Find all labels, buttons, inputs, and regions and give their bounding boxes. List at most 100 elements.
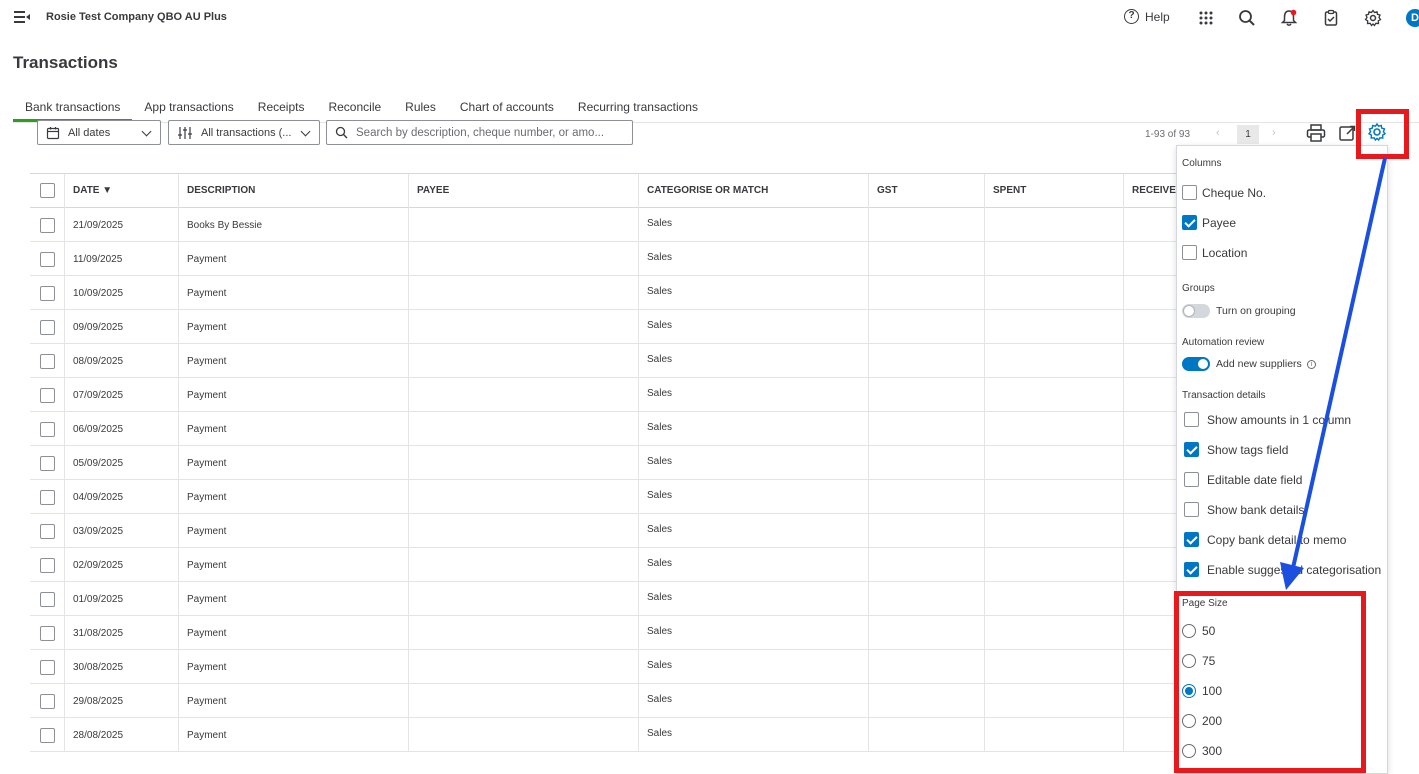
date-filter-dropdown[interactable]: All dates (37, 120, 161, 145)
table-row[interactable]: 09/09/2025 Payment Sales (30, 310, 1180, 344)
cell-payee[interactable] (408, 582, 639, 615)
settings-gear-icon[interactable] (1364, 9, 1382, 27)
cell-category[interactable]: Sales (638, 344, 869, 377)
cell-category[interactable]: Sales (638, 548, 869, 581)
cell-payee[interactable] (408, 684, 639, 717)
column-header-received[interactable]: RECEIVED (1123, 174, 1180, 208)
tab-rules[interactable]: Rules (393, 92, 448, 122)
column-header-date[interactable]: DATE ▼ (64, 174, 179, 208)
previous-page-button[interactable]: ‹ (1216, 127, 1220, 139)
row-checkbox[interactable] (40, 252, 55, 267)
next-page-button[interactable]: › (1272, 127, 1276, 139)
cell-payee[interactable] (408, 650, 639, 683)
table-row[interactable]: 30/08/2025 Payment Sales (30, 650, 1180, 684)
row-checkbox[interactable] (40, 592, 55, 607)
search-input[interactable]: Search by description, cheque number, or… (326, 120, 633, 145)
row-checkbox[interactable] (40, 456, 55, 471)
table-row[interactable]: 05/09/2025 Payment Sales (30, 446, 1180, 480)
tab-reconcile[interactable]: Reconcile (316, 92, 393, 122)
row-checkbox[interactable] (40, 422, 55, 437)
cell-payee[interactable] (408, 310, 639, 343)
column-header-description[interactable]: DESCRIPTION (178, 174, 409, 208)
column-header-gst[interactable]: GST (868, 174, 985, 208)
help-button[interactable]: ? Help (1124, 9, 1170, 24)
detail-option-editable-date-field[interactable]: Editable date field (1182, 472, 1302, 487)
page-size-option-300[interactable]: 300 (1182, 744, 1222, 758)
detail-option-show-tags-field[interactable]: Show tags field (1182, 442, 1288, 457)
radio-button[interactable] (1182, 654, 1196, 668)
row-checkbox[interactable] (40, 524, 55, 539)
cell-category[interactable]: Sales (638, 412, 869, 445)
add-new-suppliers-toggle[interactable]: Add new suppliers i (1182, 357, 1316, 371)
apps-grid-icon[interactable] (1197, 9, 1215, 27)
checkbox[interactable] (1182, 245, 1197, 260)
column-option-payee[interactable]: Payee (1182, 215, 1236, 230)
checkbox[interactable] (1184, 412, 1199, 427)
row-checkbox[interactable] (40, 728, 55, 743)
table-settings-gear-icon[interactable] (1366, 121, 1388, 143)
table-row[interactable]: 21/09/2025 Books By Bessie Sales (30, 208, 1180, 242)
cell-category[interactable]: Sales (638, 446, 869, 479)
page-size-option-75[interactable]: 75 (1182, 654, 1215, 668)
checkbox[interactable] (1184, 472, 1199, 487)
checkbox[interactable] (1184, 502, 1199, 517)
tab-chart-of-accounts[interactable]: Chart of accounts (448, 92, 566, 122)
detail-option-show-bank-details[interactable]: Show bank details (1182, 502, 1304, 517)
cell-category[interactable]: Sales (638, 378, 869, 411)
table-row[interactable]: 28/08/2025 Payment Sales (30, 718, 1180, 752)
grouping-toggle[interactable]: Turn on grouping (1182, 304, 1296, 318)
tab-receipts[interactable]: Receipts (246, 92, 317, 122)
cell-payee[interactable] (408, 548, 639, 581)
cell-category[interactable]: Sales (638, 310, 869, 343)
notifications-bell-icon[interactable] (1280, 9, 1298, 27)
table-row[interactable]: 02/09/2025 Payment Sales (30, 548, 1180, 582)
radio-button[interactable] (1182, 714, 1196, 728)
cell-payee[interactable] (408, 412, 639, 445)
cell-category[interactable]: Sales (638, 276, 869, 309)
tab-app-transactions[interactable]: App transactions (132, 92, 245, 122)
row-checkbox[interactable] (40, 320, 55, 335)
cell-payee[interactable] (408, 718, 639, 751)
cell-payee[interactable] (408, 208, 639, 241)
table-row[interactable]: 29/08/2025 Payment Sales (30, 684, 1180, 718)
tab-bank-transactions[interactable]: Bank transactions (13, 92, 133, 122)
radio-button[interactable] (1182, 744, 1196, 758)
cell-payee[interactable] (408, 276, 639, 309)
user-avatar[interactable]: D (1406, 9, 1419, 27)
table-row[interactable]: 08/09/2025 Payment Sales (30, 344, 1180, 378)
cell-category[interactable]: Sales (638, 514, 869, 547)
radio-button[interactable] (1182, 624, 1196, 638)
cell-category[interactable]: Sales (638, 718, 869, 751)
column-option-cheque-no[interactable]: Cheque No. (1182, 185, 1266, 200)
column-header-payee[interactable]: PAYEE (408, 174, 639, 208)
row-checkbox[interactable] (40, 626, 55, 641)
cell-category[interactable]: Sales (638, 582, 869, 615)
row-checkbox[interactable] (40, 558, 55, 573)
current-page-number[interactable]: 1 (1237, 125, 1259, 144)
cell-payee[interactable] (408, 378, 639, 411)
detail-option-show-amounts-one-column[interactable]: Show amounts in 1 column (1182, 412, 1351, 427)
table-row[interactable]: 31/08/2025 Payment Sales (30, 616, 1180, 650)
cell-category[interactable]: Sales (638, 242, 869, 275)
print-icon[interactable] (1306, 124, 1326, 142)
table-row[interactable]: 07/09/2025 Payment Sales (30, 378, 1180, 412)
cell-category[interactable]: Sales (638, 616, 869, 649)
transaction-type-filter-dropdown[interactable]: All transactions (... (168, 120, 320, 145)
cell-payee[interactable] (408, 480, 639, 513)
toggle-switch[interactable] (1182, 357, 1210, 371)
checkbox[interactable] (1182, 215, 1197, 230)
page-size-option-200[interactable]: 200 (1182, 714, 1222, 728)
select-all-checkbox[interactable] (40, 183, 55, 198)
checkbox[interactable] (1182, 185, 1197, 200)
tasks-clipboard-icon[interactable] (1322, 9, 1340, 27)
table-row[interactable]: 04/09/2025 Payment Sales (30, 480, 1180, 514)
checkbox[interactable] (1184, 562, 1199, 577)
checkbox[interactable] (1184, 442, 1199, 457)
menu-collapse-icon[interactable] (14, 11, 30, 23)
search-icon[interactable] (1238, 9, 1256, 27)
table-row[interactable]: 11/09/2025 Payment Sales (30, 242, 1180, 276)
toggle-switch[interactable] (1182, 304, 1210, 318)
table-row[interactable]: 10/09/2025 Payment Sales (30, 276, 1180, 310)
column-option-location[interactable]: Location (1182, 245, 1247, 260)
radio-button[interactable] (1182, 684, 1196, 698)
